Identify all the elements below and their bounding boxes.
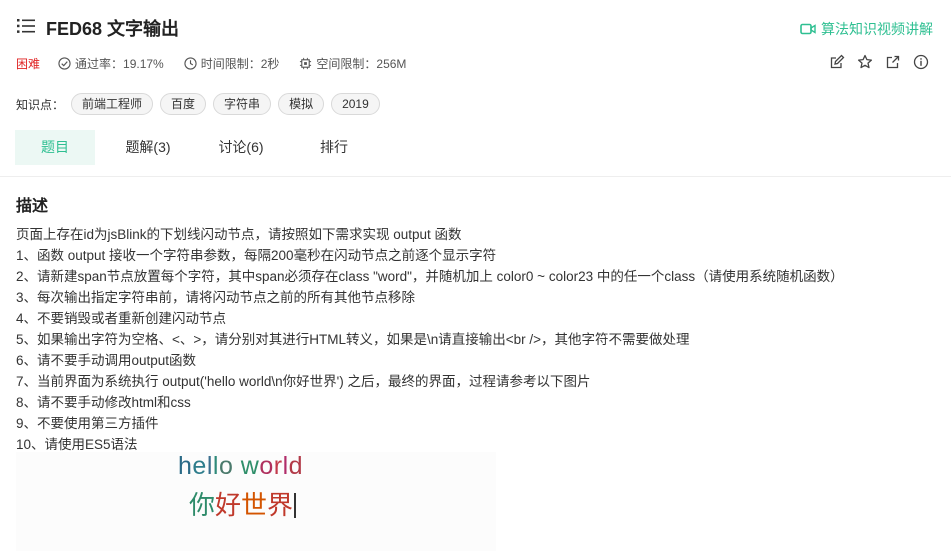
description-line: 5、如果输出字符为空格、<、>，请分别对其进行HTML转义，如果是\n请直接输出… bbox=[16, 332, 690, 347]
description-heading: 描述 bbox=[16, 198, 49, 215]
demo-output-image: hello world 你好世界 bbox=[16, 452, 496, 551]
demo-word-char: e bbox=[192, 452, 207, 480]
description-line: 页面上存在id为jsBlink的下划线闪动节点，请按照如下需求实现 output… bbox=[16, 227, 462, 242]
demo-word-char: 界 bbox=[267, 490, 294, 520]
tab-ranking[interactable]: 排行 bbox=[294, 130, 374, 165]
demo-word-char: h bbox=[178, 452, 193, 480]
blink-cursor bbox=[294, 493, 297, 518]
tag-item[interactable]: 前端工程师 bbox=[71, 93, 154, 115]
demo-word-char bbox=[233, 452, 240, 480]
problem-tabs: 题目 题解(3) 讨论(6) 排行 bbox=[15, 130, 387, 165]
tag-item[interactable]: 模拟 bbox=[278, 93, 325, 115]
demo-word-char: w bbox=[240, 452, 260, 480]
info-icon[interactable] bbox=[913, 54, 929, 70]
demo-word-char: o bbox=[259, 452, 274, 480]
menu-list-icon[interactable] bbox=[17, 18, 35, 34]
tab-problem[interactable]: 题目 bbox=[15, 130, 95, 165]
share-icon[interactable] bbox=[885, 54, 901, 70]
description-line: 6、请不要手动调用output函数 bbox=[16, 353, 197, 368]
check-circle-icon bbox=[58, 56, 71, 70]
tabs-divider bbox=[0, 176, 951, 177]
chip-icon bbox=[300, 57, 312, 69]
edit-icon[interactable] bbox=[829, 54, 845, 70]
description-line: 9、不要使用第三方插件 bbox=[16, 416, 159, 431]
memory-limit: 空间限制：256M bbox=[299, 55, 406, 72]
video-explanation-link[interactable]: 算法知识视频讲解 bbox=[800, 19, 933, 39]
problem-meta: 困难 通过率：19.17% 时间限制：2秒 空间限制：256M bbox=[16, 54, 426, 72]
tag-item[interactable]: 2019 bbox=[331, 93, 380, 115]
tab-solutions[interactable]: 题解(3) bbox=[108, 130, 188, 165]
problem-actions bbox=[829, 54, 929, 70]
clock-icon bbox=[184, 56, 197, 70]
time-limit: 时间限制：2秒 bbox=[184, 55, 279, 72]
description-line: 2、请新建span节点放置每个字符，其中span必须存在class "word"… bbox=[16, 269, 844, 284]
top-bar: FED68 文字输出 算法知识视频讲解 bbox=[0, 0, 951, 55]
tag-item[interactable]: 百度 bbox=[160, 93, 207, 115]
pass-rate: 通过率：19.17% bbox=[58, 55, 164, 72]
demo-line-nihao-shijie: 你好世界 bbox=[189, 485, 297, 522]
tags-label: 知识点： bbox=[16, 97, 65, 112]
demo-word-char: r bbox=[273, 452, 283, 480]
demo-word-char: d bbox=[288, 452, 304, 480]
tab-discussion[interactable]: 讨论(6) bbox=[201, 130, 281, 165]
description-line: 1、函数 output 接收一个字符串参数，每隔200毫秒在闪动节点之前逐个显示… bbox=[16, 248, 497, 263]
star-icon[interactable] bbox=[857, 54, 873, 70]
description-line: 3、每次输出指定字符串前，请将闪动节点之前的所有其他节点移除 bbox=[16, 290, 416, 305]
description-body: 页面上存在id为jsBlink的下划线闪动节点，请按照如下需求实现 output… bbox=[16, 224, 844, 455]
description-line: 4、不要销毁或者重新创建闪动节点 bbox=[16, 311, 227, 326]
description-line: 8、请不要手动修改html和css bbox=[16, 395, 191, 410]
video-camera-icon bbox=[800, 23, 816, 35]
difficulty-badge: 困难 bbox=[16, 56, 41, 71]
description-line: 7、当前界面为系统执行 output('hello world\n你好世界') … bbox=[16, 374, 591, 389]
knowledge-tags: 知识点： 前端工程师 百度 字符串 模拟 2019 bbox=[16, 93, 380, 115]
tag-item[interactable]: 字符串 bbox=[213, 93, 272, 115]
demo-line-hello-world: hello world bbox=[178, 452, 303, 481]
demo-word-char: 好 bbox=[215, 490, 242, 520]
demo-word-char: o bbox=[218, 452, 234, 480]
problem-title: FED68 文字输出 bbox=[46, 19, 180, 39]
demo-word-char: 世 bbox=[241, 490, 268, 520]
video-link-label: 算法知识视频讲解 bbox=[821, 21, 933, 37]
demo-word-char: 你 bbox=[189, 490, 216, 520]
